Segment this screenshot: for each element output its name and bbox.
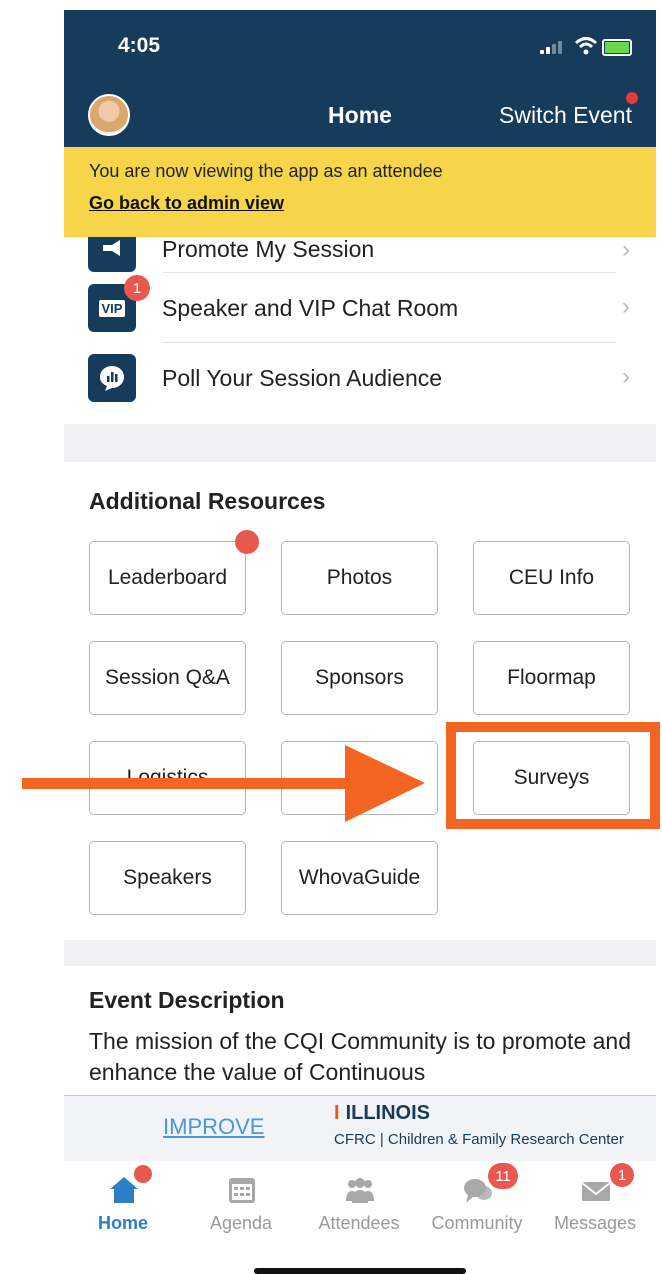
session-qa-button[interactable]: Session Q&A <box>89 641 246 715</box>
chevron-right-icon: › <box>622 363 630 390</box>
tab-messages[interactable]: 1 Messages <box>536 1161 654 1251</box>
signal-icon <box>540 40 564 54</box>
home-notification-dot <box>134 1165 152 1183</box>
phone-screen: 4:05 Home Switch Event Promote My Sessio… <box>64 10 656 1274</box>
cfrc-label: CFRC | Children & Family Research Center <box>334 1131 624 1148</box>
illinois-i-icon: I <box>334 1102 340 1124</box>
section-divider <box>64 424 656 462</box>
surveys-button[interactable]: Surveys <box>473 741 630 815</box>
event-description-title: Event Description <box>89 987 285 1013</box>
tab-home[interactable]: Home <box>64 1161 182 1251</box>
attendee-view-banner: You are now viewing the app as an attend… <box>64 147 656 237</box>
notification-dot <box>626 92 638 104</box>
speakers-button[interactable]: Speakers <box>89 841 246 915</box>
list-item-label: Poll Your Session Audience <box>162 365 443 391</box>
photos-button[interactable]: Photos <box>281 541 438 615</box>
battery-icon <box>602 39 632 56</box>
switch-event-button[interactable]: Switch Event <box>499 102 632 129</box>
sponsors-button[interactable]: Sponsors <box>281 641 438 715</box>
list-item-vip-chat[interactable]: VIP 1 Speaker and VIP Chat Room › <box>64 273 656 343</box>
status-time: 4:05 <box>118 34 161 57</box>
section-divider <box>64 940 656 966</box>
messages-icon <box>581 1182 611 1201</box>
home-indicator <box>254 1268 466 1274</box>
tab-agenda[interactable]: Agenda <box>182 1161 300 1251</box>
calendar-icon <box>229 1178 255 1203</box>
list-item-label: Promote My Session <box>162 236 375 262</box>
community-badge: 11 <box>488 1163 518 1189</box>
logistics-button[interactable]: Logistics <box>89 741 246 815</box>
list-item-poll-audience[interactable]: Poll Your Session Audience › <box>64 343 656 413</box>
sponsor-ad-bar[interactable]: IMPROVE I ILLINOIS CFRC | Children & Fami… <box>64 1095 656 1163</box>
leaderboard-button[interactable]: Leaderboard <box>89 541 246 615</box>
tab-community[interactable]: 11 Community <box>418 1161 536 1251</box>
chevron-right-icon: › <box>622 236 630 263</box>
improve-link[interactable]: IMPROVE <box>163 1114 264 1140</box>
chevron-right-icon: › <box>622 293 630 320</box>
back-to-admin-link[interactable]: Go back to admin view <box>89 193 284 214</box>
poll-icon <box>88 354 136 402</box>
tab-bar: Home Agenda Attendees 11 Community 1 Mes… <box>64 1161 656 1274</box>
leaderboard-notification-dot <box>235 530 259 554</box>
floormap-button[interactable]: Floormap <box>473 641 630 715</box>
list-item-label: Speaker and VIP Chat Room <box>162 295 459 321</box>
event-description-text: The mission of the CQI Community is to p… <box>89 1028 631 1085</box>
status-icons <box>540 36 632 56</box>
tab-attendees[interactable]: Attendees <box>300 1161 418 1251</box>
ceu-info-button[interactable]: CEU Info <box>473 541 630 615</box>
vip-chat-badge: 1 <box>124 275 150 301</box>
messages-badge: 1 <box>610 1163 634 1187</box>
banner-message: You are now viewing the app as an attend… <box>89 161 443 181</box>
wifi-icon <box>574 37 598 55</box>
whovaguide-button[interactable]: WhovaGuide <box>281 841 438 915</box>
app-header: 4:05 Home Switch Event <box>64 10 656 147</box>
resource-button-hidden[interactable] <box>281 741 438 815</box>
illinois-logo: I ILLINOIS <box>334 1102 431 1124</box>
attendees-icon <box>346 1178 374 1203</box>
additional-resources-title: Additional Resources <box>89 488 326 514</box>
